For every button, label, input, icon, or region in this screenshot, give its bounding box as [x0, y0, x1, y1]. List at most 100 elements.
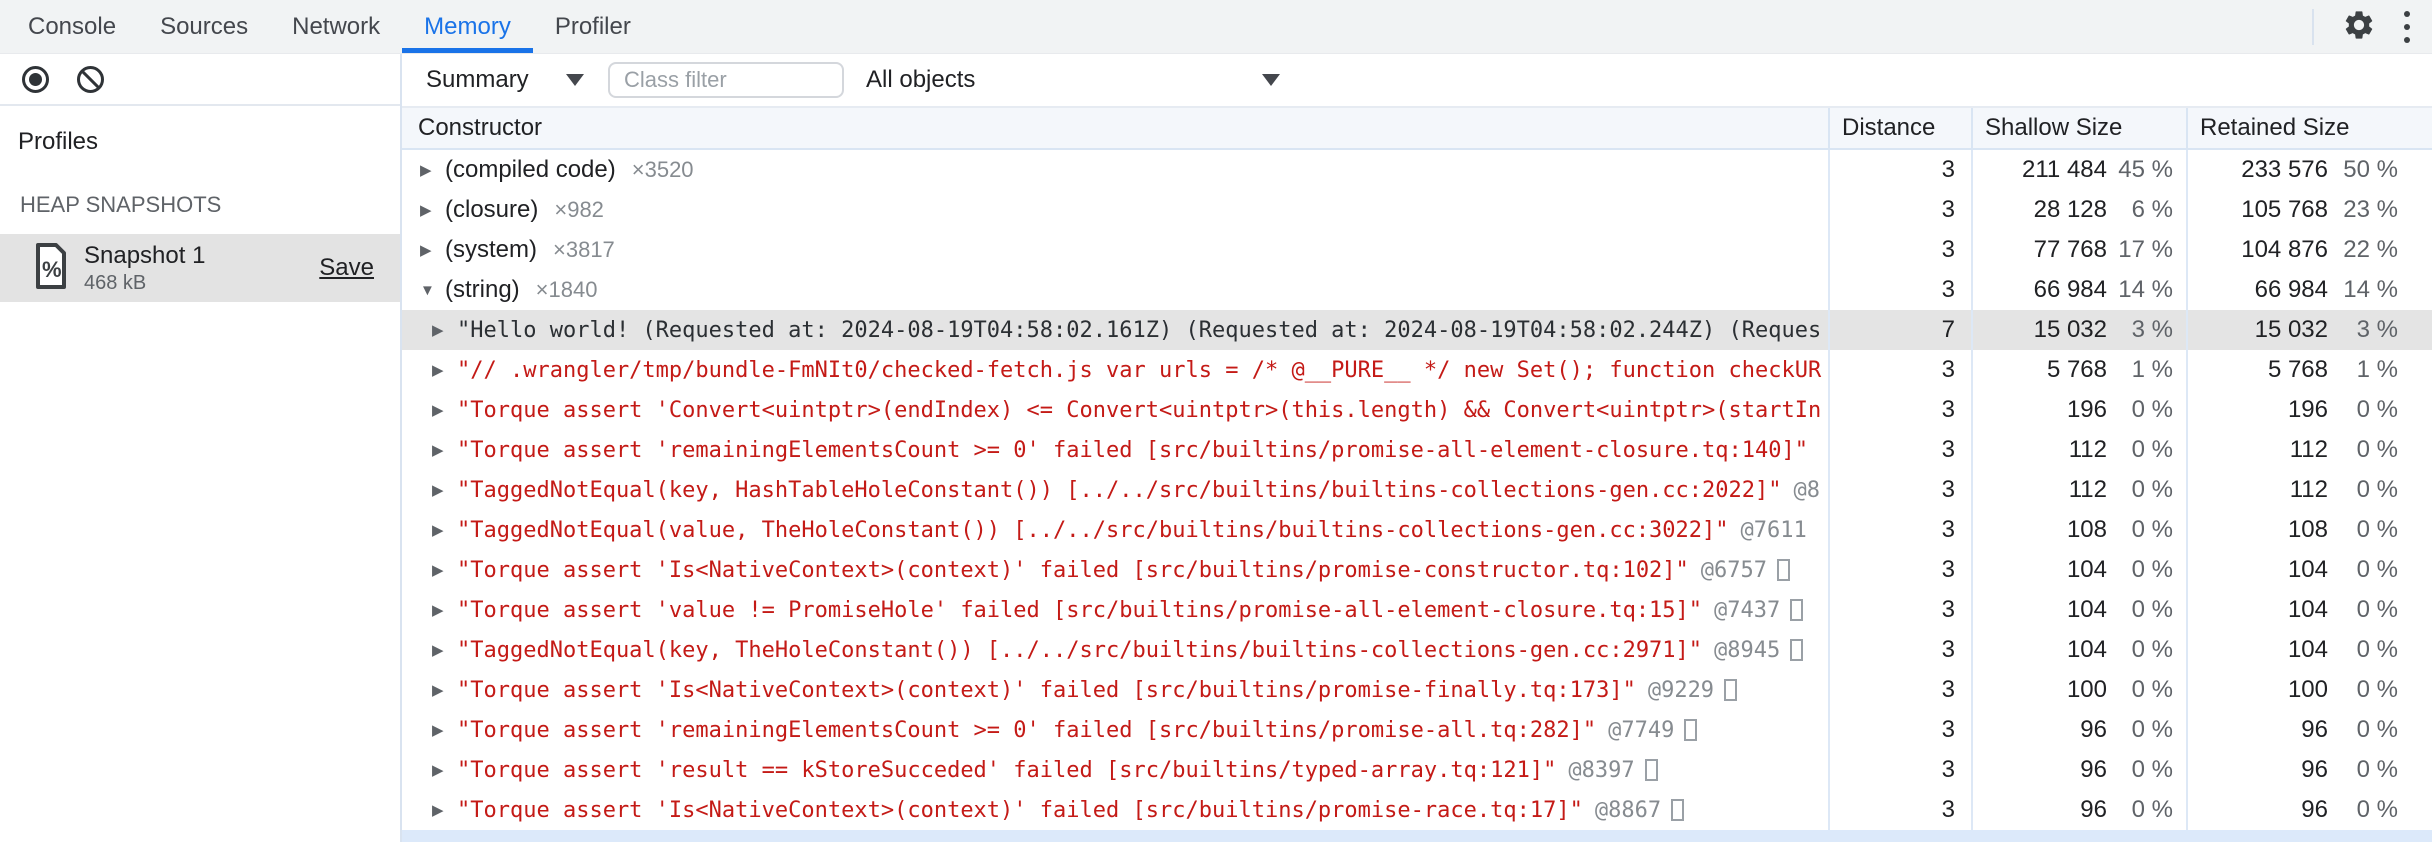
shallow-size-percent: 0 %: [2131, 556, 2173, 583]
retained-size-cell: 96 0 %: [2186, 710, 2432, 750]
triangle-collapsed-icon[interactable]: ▶: [432, 601, 457, 619]
shallow-size-cell: 5 768 1 %: [1971, 350, 2186, 390]
shallow-size-value: 108: [2066, 516, 2107, 543]
shallow-size-percent: 14 %: [2118, 276, 2173, 303]
snapshot-text: Snapshot 1 468 kB: [84, 242, 319, 295]
table-row[interactable]: ▶ "Torque assert 'Is<NativeContext>(conte…: [402, 550, 2432, 590]
table-row[interactable]: ▶ "Torque assert 'Convert<uintptr>(endInd…: [402, 390, 2432, 430]
retained-size-value: 96: [2301, 796, 2328, 823]
triangle-collapsed-icon[interactable]: ▶: [432, 321, 457, 339]
table-row[interactable]: ▶ (closure) ×982 3 28 128 6 % 105 768 23 %: [402, 190, 2432, 230]
tab-network[interactable]: Network: [270, 0, 402, 53]
clear-profiles-icon[interactable]: [77, 65, 104, 93]
tab-console[interactable]: Console: [6, 0, 138, 53]
shallow-size-value: 96: [2080, 796, 2107, 823]
triangle-collapsed-icon[interactable]: ▶: [432, 721, 457, 739]
triangle-collapsed-icon[interactable]: ▶: [432, 521, 457, 539]
retained-size-cell: 104 0 %: [2186, 590, 2432, 630]
shallow-size-cell: 15 032 3 %: [1971, 310, 2186, 350]
tab-memory[interactable]: Memory: [402, 0, 533, 53]
column-header-distance[interactable]: Distance: [1828, 108, 1971, 148]
constructor-cell: ▶ "// .wrangler/tmp/bundle-FmNIt0/checked…: [402, 350, 1828, 390]
retained-size-value: 5 768: [2267, 356, 2328, 383]
retained-size-cell: 233 576 50 %: [2186, 150, 2432, 190]
gear-icon: [2342, 8, 2376, 45]
table-row[interactable]: ▶ "Torque assert 'Is<NativeContext>(conte…: [402, 790, 2432, 830]
retained-size-cell: 15 032 3 %: [2186, 310, 2432, 350]
triangle-expanded-icon[interactable]: ▼: [420, 282, 445, 299]
distance-cell: 3: [1828, 190, 1971, 230]
table-row[interactable]: ▶ "TaggedNotEqual(key, TheHoleConstant())…: [402, 630, 2432, 670]
table-row[interactable]: ▶ "Torque assert 'result == kStoreSuccede…: [402, 750, 2432, 790]
shallow-size-value: 211 484: [2022, 156, 2107, 183]
triangle-collapsed-icon[interactable]: ▶: [420, 201, 445, 219]
table-row[interactable]: ▶ "Torque assert 'remainingElementsCount …: [402, 710, 2432, 750]
settings-button[interactable]: [2342, 8, 2376, 45]
record-heap-snapshot-icon[interactable]: [22, 65, 49, 93]
triangle-collapsed-icon[interactable]: ▶: [432, 801, 457, 819]
save-link[interactable]: Save: [319, 254, 374, 282]
table-row[interactable]: ▶ "Hello world! (Requested at: 2024-08-19…: [402, 310, 2432, 350]
retained-size-cell: 66 984 14 %: [2186, 270, 2432, 310]
triangle-collapsed-icon[interactable]: ▶: [432, 641, 457, 659]
object-id: @8: [1793, 477, 1821, 503]
sidebar-item-snapshot-1[interactable]: % Snapshot 1 468 kB Save: [0, 234, 400, 302]
constructor-cell: ▼ (string) ×1840: [402, 270, 1828, 310]
devtools-tabbar: Console Sources Network Memory Profiler: [0, 0, 2432, 54]
column-header-shallow-size[interactable]: Shallow Size: [1971, 108, 2186, 148]
triangle-collapsed-icon[interactable]: ▶: [420, 161, 445, 179]
triangle-collapsed-icon[interactable]: ▶: [432, 401, 457, 419]
missing-glyph-box-icon: [1790, 599, 1804, 621]
distance-cell: 3: [1828, 630, 1971, 670]
table-row[interactable]: ▶ (compiled code) ×3520 3 211 484 45 % 233 576…: [402, 150, 2432, 190]
missing-glyph-box-icon: [1671, 799, 1685, 821]
triangle-collapsed-icon[interactable]: ▶: [420, 241, 445, 259]
table-row[interactable]: ▶ "TaggedNotEqual(key, HashTableHoleConst…: [402, 470, 2432, 510]
retained-size-percent: 3 %: [2356, 316, 2398, 343]
grid-body: ▶ (compiled code) ×3520 3 211 484 45 % 233 576…: [402, 150, 2432, 830]
string-value: "Torque assert 'Is<NativeContext>(contex…: [457, 677, 1636, 703]
constructor-name: (system): [445, 236, 537, 263]
horizontal-scrollbar-track[interactable]: [402, 830, 2432, 842]
shallow-size-percent: 17 %: [2118, 236, 2173, 263]
retained-size-value: 104 876: [2241, 236, 2328, 263]
table-row[interactable]: ▶ "Torque assert 'value != PromiseHole' f…: [402, 590, 2432, 630]
base-select-label: All objects: [866, 66, 976, 93]
object-id: @7611: [1740, 517, 1807, 543]
toolbar-divider: [2312, 8, 2314, 45]
shallow-size-cell: 196 0 %: [1971, 390, 2186, 430]
retained-size-value: 15 032: [2254, 316, 2328, 343]
retained-size-percent: 50 %: [2343, 156, 2398, 183]
triangle-collapsed-icon[interactable]: ▶: [432, 681, 457, 699]
more-options-button[interactable]: [2404, 10, 2410, 43]
distance-cell: 3: [1828, 470, 1971, 510]
table-row[interactable]: ▶ "Torque assert 'remainingElementsCount …: [402, 430, 2432, 470]
table-row[interactable]: ▶ "Torque assert 'Is<NativeContext>(conte…: [402, 670, 2432, 710]
string-value: "Torque assert 'Convert<uintptr>(endInde…: [457, 397, 1822, 423]
table-row[interactable]: ▶ (system) ×3817 3 77 768 17 % 104 876 22 %: [402, 230, 2432, 270]
column-header-retained-size[interactable]: Retained Size: [2186, 108, 2432, 148]
triangle-collapsed-icon[interactable]: ▶: [432, 361, 457, 379]
triangle-collapsed-icon[interactable]: ▶: [432, 561, 457, 579]
perspective-select[interactable]: Summary: [426, 66, 584, 94]
string-value: "Torque assert 'Is<NativeContext>(contex…: [457, 797, 1583, 823]
column-header-constructor[interactable]: Constructor: [402, 108, 1828, 148]
triangle-collapsed-icon[interactable]: ▶: [432, 441, 457, 459]
retained-size-percent: 0 %: [2356, 716, 2398, 743]
constructor-cell: ▶ "Torque assert 'value != PromiseHole' f…: [402, 590, 1828, 630]
class-filter-input[interactable]: [608, 62, 844, 98]
retained-size-cell: 104 876 22 %: [2186, 230, 2432, 270]
table-row[interactable]: ▼ (string) ×1840 3 66 984 14 % 66 984 14 %: [402, 270, 2432, 310]
triangle-collapsed-icon[interactable]: ▶: [432, 481, 457, 499]
table-row[interactable]: ▶ "// .wrangler/tmp/bundle-FmNIt0/checked…: [402, 350, 2432, 390]
instance-count: ×982: [554, 197, 604, 222]
perspective-select-label: Summary: [426, 66, 529, 93]
table-row[interactable]: ▶ "TaggedNotEqual(value, TheHoleConstant(…: [402, 510, 2432, 550]
shallow-size-value: 96: [2080, 716, 2107, 743]
tab-sources[interactable]: Sources: [138, 0, 270, 53]
tab-profiler[interactable]: Profiler: [533, 0, 653, 53]
distance-cell: 3: [1828, 270, 1971, 310]
instance-count: ×3817: [553, 237, 615, 262]
triangle-collapsed-icon[interactable]: ▶: [432, 761, 457, 779]
base-select[interactable]: All objects: [866, 66, 1280, 94]
